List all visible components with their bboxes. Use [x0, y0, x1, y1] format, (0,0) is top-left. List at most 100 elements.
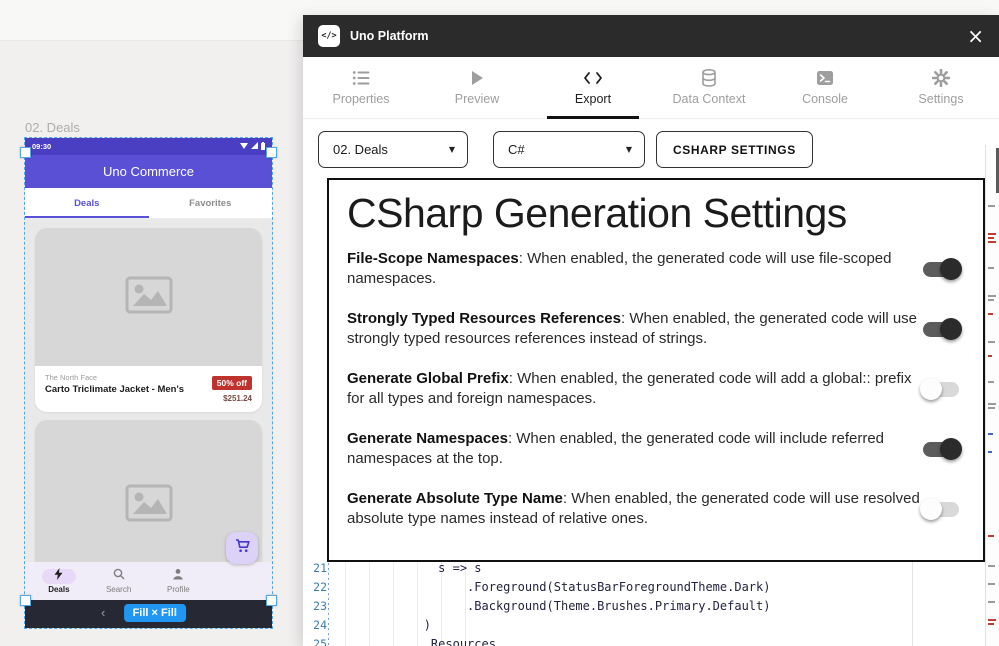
setting-text: Generate Namespaces: When enabled, the g…	[347, 429, 923, 469]
battery-icon	[261, 142, 265, 152]
setting-row: Strongly Typed Resources References: Whe…	[347, 309, 965, 349]
lightning-icon	[54, 567, 63, 585]
nav-item-profile[interactable]: Profile	[149, 569, 209, 594]
code-minimap[interactable]	[985, 145, 999, 646]
toggle-knob	[920, 498, 942, 520]
setting-text: Strongly Typed Resources References: Whe…	[347, 309, 923, 349]
code-editor[interactable]: 21 s => s 22 .Foreground(StatusBarForegr…	[303, 558, 986, 646]
cart-icon	[235, 539, 250, 558]
toggle-generate-namespaces[interactable]	[923, 442, 959, 457]
designer-size-bar: ‹ Fill × Fill	[25, 600, 272, 628]
nav-label: Profile	[167, 585, 190, 594]
tab-label: Settings	[918, 92, 963, 106]
setting-row: Generate Global Prefix: When enabled, th…	[347, 369, 965, 409]
line-number: 21	[303, 561, 327, 575]
code-line: 25 Resources	[303, 634, 986, 646]
size-chip[interactable]: Fill × Fill	[124, 604, 186, 622]
tab-properties[interactable]: Properties	[303, 57, 419, 118]
profile-icon	[172, 567, 184, 585]
language-select[interactable]: C# ▼	[493, 131, 645, 168]
toggle-generate-global-prefix[interactable]	[923, 382, 959, 397]
code-text: .Foreground(StatusBarForegroundTheme.Dar…	[327, 580, 770, 594]
uno-platform-window: </> Uno Platform × Properties Preview Ex…	[303, 15, 999, 646]
page-select[interactable]: 02. Deals ▼	[318, 131, 468, 168]
chevron-down-icon: ▼	[626, 145, 632, 154]
panel-tab-strip: Properties Preview Export Data Context C…	[303, 57, 999, 119]
play-icon	[470, 69, 484, 87]
phone-app-title: Uno Commerce	[103, 164, 194, 179]
phone-tab-indicator	[25, 216, 149, 218]
setting-text: File-Scope Namespaces: When enabled, the…	[347, 249, 923, 289]
setting-row: File-Scope Namespaces: When enabled, the…	[347, 249, 965, 289]
tab-label: Console	[802, 92, 848, 106]
toggle-knob	[920, 378, 942, 400]
selection-handle[interactable]	[20, 595, 31, 606]
tab-label: Preview	[455, 92, 499, 106]
close-icon[interactable]: ×	[967, 26, 984, 46]
product-card[interactable]: The North Face Carto Triclimate Jacket -…	[35, 228, 262, 412]
nav-item-search[interactable]: Search	[89, 569, 149, 594]
toggle-file-scope-namespaces[interactable]	[923, 262, 959, 277]
discount-badge: 50% off	[212, 376, 252, 390]
code-line: 22 .Foreground(StatusBarForegroundTheme.…	[303, 577, 986, 596]
cart-fab-button[interactable]	[226, 532, 258, 564]
product-name: Carto Triclimate Jacket - Men's	[45, 384, 184, 395]
setting-row: Generate Namespaces: When enabled, the g…	[347, 429, 965, 469]
modal-title: CSharp Generation Settings	[347, 190, 965, 237]
status-time: 09:30	[32, 142, 51, 151]
selection-handle[interactable]	[266, 147, 277, 158]
tab-label: Export	[575, 92, 611, 106]
nav-label: Search	[106, 585, 131, 594]
search-icon	[113, 567, 125, 585]
line-number: 24	[303, 618, 327, 632]
tab-label: Properties	[333, 92, 390, 106]
phone-content: The North Face Carto Triclimate Jacket -…	[25, 219, 272, 562]
product-brand: The North Face	[45, 373, 184, 382]
csharp-settings-button[interactable]: CSHARP SETTINGS	[656, 131, 813, 168]
tab-preview[interactable]: Preview	[419, 57, 535, 118]
product-image-placeholder	[35, 228, 262, 366]
code-text: Resources	[327, 637, 496, 646]
selection-handle[interactable]	[266, 595, 277, 606]
line-number: 25	[303, 637, 327, 646]
code-text: s => s	[327, 561, 482, 575]
window-title-bar: </> Uno Platform ×	[303, 15, 999, 57]
nav-item-deals[interactable]: Deals	[29, 569, 89, 594]
phone-tab-favorites[interactable]: Favorites	[149, 188, 273, 218]
code-text: )	[327, 618, 431, 632]
phone-artboard-selection[interactable]: 09:30 Uno Commerce Deals Favorites	[25, 138, 272, 628]
csharp-settings-modal: CSharp Generation Settings File-Scope Na…	[327, 178, 985, 562]
line-number: 23	[303, 599, 327, 613]
code-brackets-icon	[583, 69, 603, 87]
tab-export[interactable]: Export	[535, 57, 651, 118]
back-chevron-icon[interactable]: ‹	[101, 606, 105, 619]
selection-handle[interactable]	[20, 147, 31, 158]
toggle-knob	[940, 318, 962, 340]
tab-data-context[interactable]: Data Context	[651, 57, 767, 118]
toggle-strongly-typed-resources[interactable]	[923, 322, 959, 337]
line-number: 22	[303, 580, 327, 594]
toggle-generate-absolute-type-name[interactable]	[923, 502, 959, 517]
terminal-icon	[816, 69, 834, 87]
phone-status-bar: 09:30	[25, 138, 272, 155]
database-icon	[701, 69, 717, 87]
code-logo-icon: </>	[318, 25, 340, 47]
image-placeholder-icon	[125, 484, 173, 527]
code-text: .Background(Theme.Brushes.Primary.Defaul…	[327, 599, 770, 613]
setting-row: Generate Absolute Type Name: When enable…	[347, 489, 965, 529]
gear-icon	[932, 69, 950, 87]
export-controls: 02. Deals ▼ C# ▼ CSHARP SETTINGS	[318, 131, 813, 168]
tab-settings[interactable]: Settings	[883, 57, 999, 118]
tab-console[interactable]: Console	[767, 57, 883, 118]
phone-tab-deals[interactable]: Deals	[25, 188, 149, 218]
wifi-icon	[240, 142, 248, 151]
nav-label: Deals	[48, 585, 69, 594]
artboard-label: 02. Deals	[25, 120, 80, 135]
chevron-down-icon: ▼	[449, 145, 455, 154]
setting-text: Generate Global Prefix: When enabled, th…	[347, 369, 923, 409]
window-title: Uno Platform	[350, 29, 428, 43]
code-line: 23 .Background(Theme.Brushes.Primary.Def…	[303, 596, 986, 615]
setting-text: Generate Absolute Type Name: When enable…	[347, 489, 923, 529]
phone-tab-bar: Deals Favorites	[25, 188, 272, 219]
toggle-knob	[940, 258, 962, 280]
